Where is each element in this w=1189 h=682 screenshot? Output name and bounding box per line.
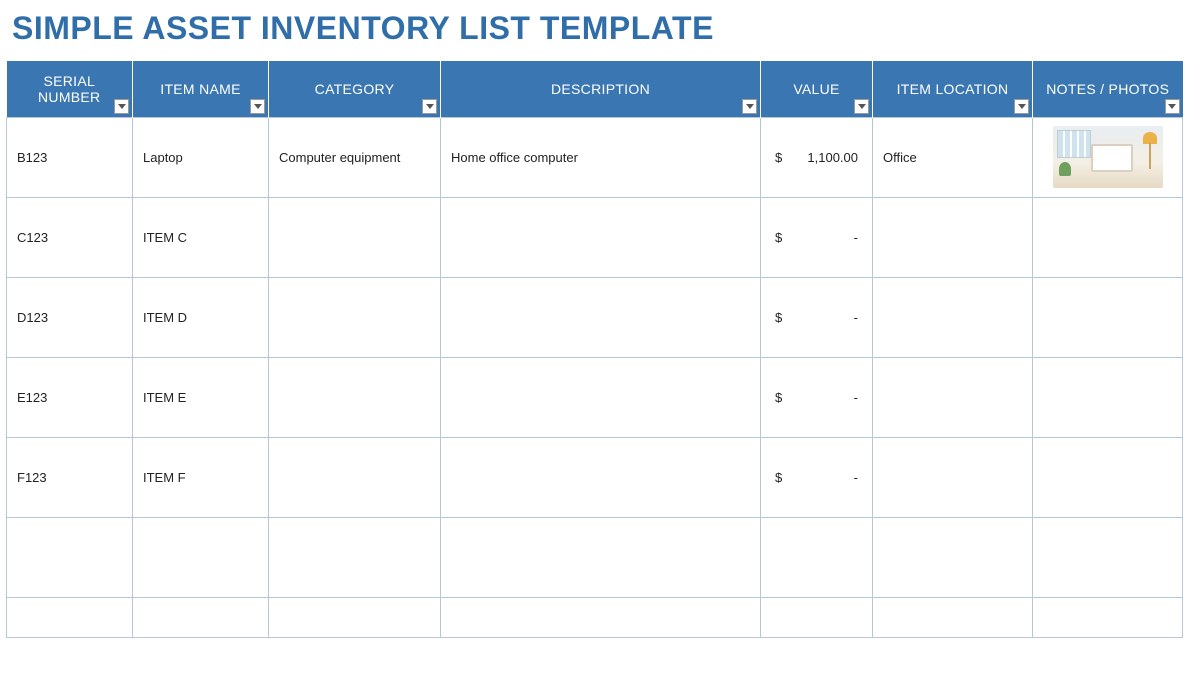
filter-dropdown-icon[interactable]	[1014, 99, 1029, 114]
cell-description[interactable]	[441, 357, 761, 437]
cell-category[interactable]	[269, 437, 441, 517]
cell-itemname[interactable]	[133, 517, 269, 597]
header-row: SERIAL NUMBER ITEM NAME CATEGORY DESCRIP…	[7, 61, 1183, 117]
filter-dropdown-icon[interactable]	[250, 99, 265, 114]
cell-category[interactable]	[269, 597, 441, 637]
cell-value[interactable]: $-	[761, 277, 873, 357]
table-row: B123LaptopComputer equipmentHome office …	[7, 117, 1183, 197]
col-header-description: DESCRIPTION	[441, 61, 761, 117]
cell-serial[interactable]: B123	[7, 117, 133, 197]
cell-value[interactable]: $-	[761, 437, 873, 517]
col-header-category: CATEGORY	[269, 61, 441, 117]
cell-description[interactable]	[441, 517, 761, 597]
table-row: C123ITEM C$-	[7, 197, 1183, 277]
table-row: D123ITEM D$-	[7, 277, 1183, 357]
col-header-label: DESCRIPTION	[551, 81, 650, 97]
page-title: SIMPLE ASSET INVENTORY LIST TEMPLATE	[0, 0, 1189, 61]
cell-itemname[interactable]: Laptop	[133, 117, 269, 197]
currency-symbol: $	[775, 390, 782, 405]
cell-category[interactable]: Computer equipment	[269, 117, 441, 197]
cell-notes[interactable]	[1033, 357, 1183, 437]
cell-serial[interactable]	[7, 597, 133, 637]
cell-category[interactable]	[269, 517, 441, 597]
cell-notes[interactable]	[1033, 517, 1183, 597]
cell-value[interactable]	[761, 517, 873, 597]
cell-location[interactable]	[873, 277, 1033, 357]
currency-symbol: $	[775, 230, 782, 245]
currency-symbol: $	[775, 310, 782, 325]
value-amount: 1,100.00	[807, 150, 858, 165]
table-row: F123ITEM F$-	[7, 437, 1183, 517]
cell-itemname[interactable]: ITEM F	[133, 437, 269, 517]
col-header-label: ITEM NAME	[160, 81, 240, 97]
cell-itemname[interactable]	[133, 597, 269, 637]
col-header-notes: NOTES / PHOTOS	[1033, 61, 1183, 117]
cell-location[interactable]	[873, 597, 1033, 637]
cell-category[interactable]	[269, 277, 441, 357]
table-row	[7, 517, 1183, 597]
col-header-location: ITEM LOCATION	[873, 61, 1033, 117]
table-row: E123ITEM E$-	[7, 357, 1183, 437]
filter-dropdown-icon[interactable]	[854, 99, 869, 114]
cell-description[interactable]	[441, 197, 761, 277]
value-amount: -	[854, 470, 858, 485]
cell-itemname[interactable]: ITEM C	[133, 197, 269, 277]
cell-notes[interactable]	[1033, 197, 1183, 277]
cell-notes[interactable]	[1033, 437, 1183, 517]
cell-value[interactable]: $-	[761, 197, 873, 277]
table-row	[7, 597, 1183, 637]
value-amount: -	[854, 390, 858, 405]
col-header-value: VALUE	[761, 61, 873, 117]
cell-description[interactable]	[441, 277, 761, 357]
cell-notes[interactable]	[1033, 597, 1183, 637]
currency-symbol: $	[775, 470, 782, 485]
cell-location[interactable]	[873, 517, 1033, 597]
photo-thumbnail[interactable]	[1053, 126, 1163, 188]
cell-location[interactable]	[873, 437, 1033, 517]
cell-serial[interactable]: C123	[7, 197, 133, 277]
cell-notes[interactable]	[1033, 277, 1183, 357]
value-amount: -	[854, 230, 858, 245]
cell-value[interactable]: $1,100.00	[761, 117, 873, 197]
cell-itemname[interactable]: ITEM E	[133, 357, 269, 437]
col-header-label: CATEGORY	[315, 81, 395, 97]
filter-dropdown-icon[interactable]	[742, 99, 757, 114]
cell-value[interactable]: $-	[761, 357, 873, 437]
cell-description[interactable]: Home office computer	[441, 117, 761, 197]
cell-description[interactable]	[441, 597, 761, 637]
cell-category[interactable]	[269, 357, 441, 437]
cell-value[interactable]	[761, 597, 873, 637]
col-header-label: VALUE	[793, 81, 839, 97]
cell-category[interactable]	[269, 197, 441, 277]
value-amount: -	[854, 310, 858, 325]
col-header-itemname: ITEM NAME	[133, 61, 269, 117]
cell-serial[interactable]	[7, 517, 133, 597]
cell-serial[interactable]: D123	[7, 277, 133, 357]
cell-location[interactable]	[873, 357, 1033, 437]
cell-itemname[interactable]: ITEM D	[133, 277, 269, 357]
col-header-label: NOTES / PHOTOS	[1046, 81, 1169, 97]
cell-serial[interactable]: F123	[7, 437, 133, 517]
cell-description[interactable]	[441, 437, 761, 517]
col-header-label: ITEM LOCATION	[897, 81, 1009, 97]
filter-dropdown-icon[interactable]	[114, 99, 129, 114]
col-header-serial: SERIAL NUMBER	[7, 61, 133, 117]
inventory-table: SERIAL NUMBER ITEM NAME CATEGORY DESCRIP…	[6, 61, 1183, 638]
filter-dropdown-icon[interactable]	[1165, 99, 1180, 114]
cell-location[interactable]	[873, 197, 1033, 277]
currency-symbol: $	[775, 150, 782, 165]
cell-serial[interactable]: E123	[7, 357, 133, 437]
filter-dropdown-icon[interactable]	[422, 99, 437, 114]
cell-location[interactable]: Office	[873, 117, 1033, 197]
cell-notes[interactable]	[1033, 117, 1183, 197]
col-header-label: SERIAL NUMBER	[38, 73, 100, 105]
